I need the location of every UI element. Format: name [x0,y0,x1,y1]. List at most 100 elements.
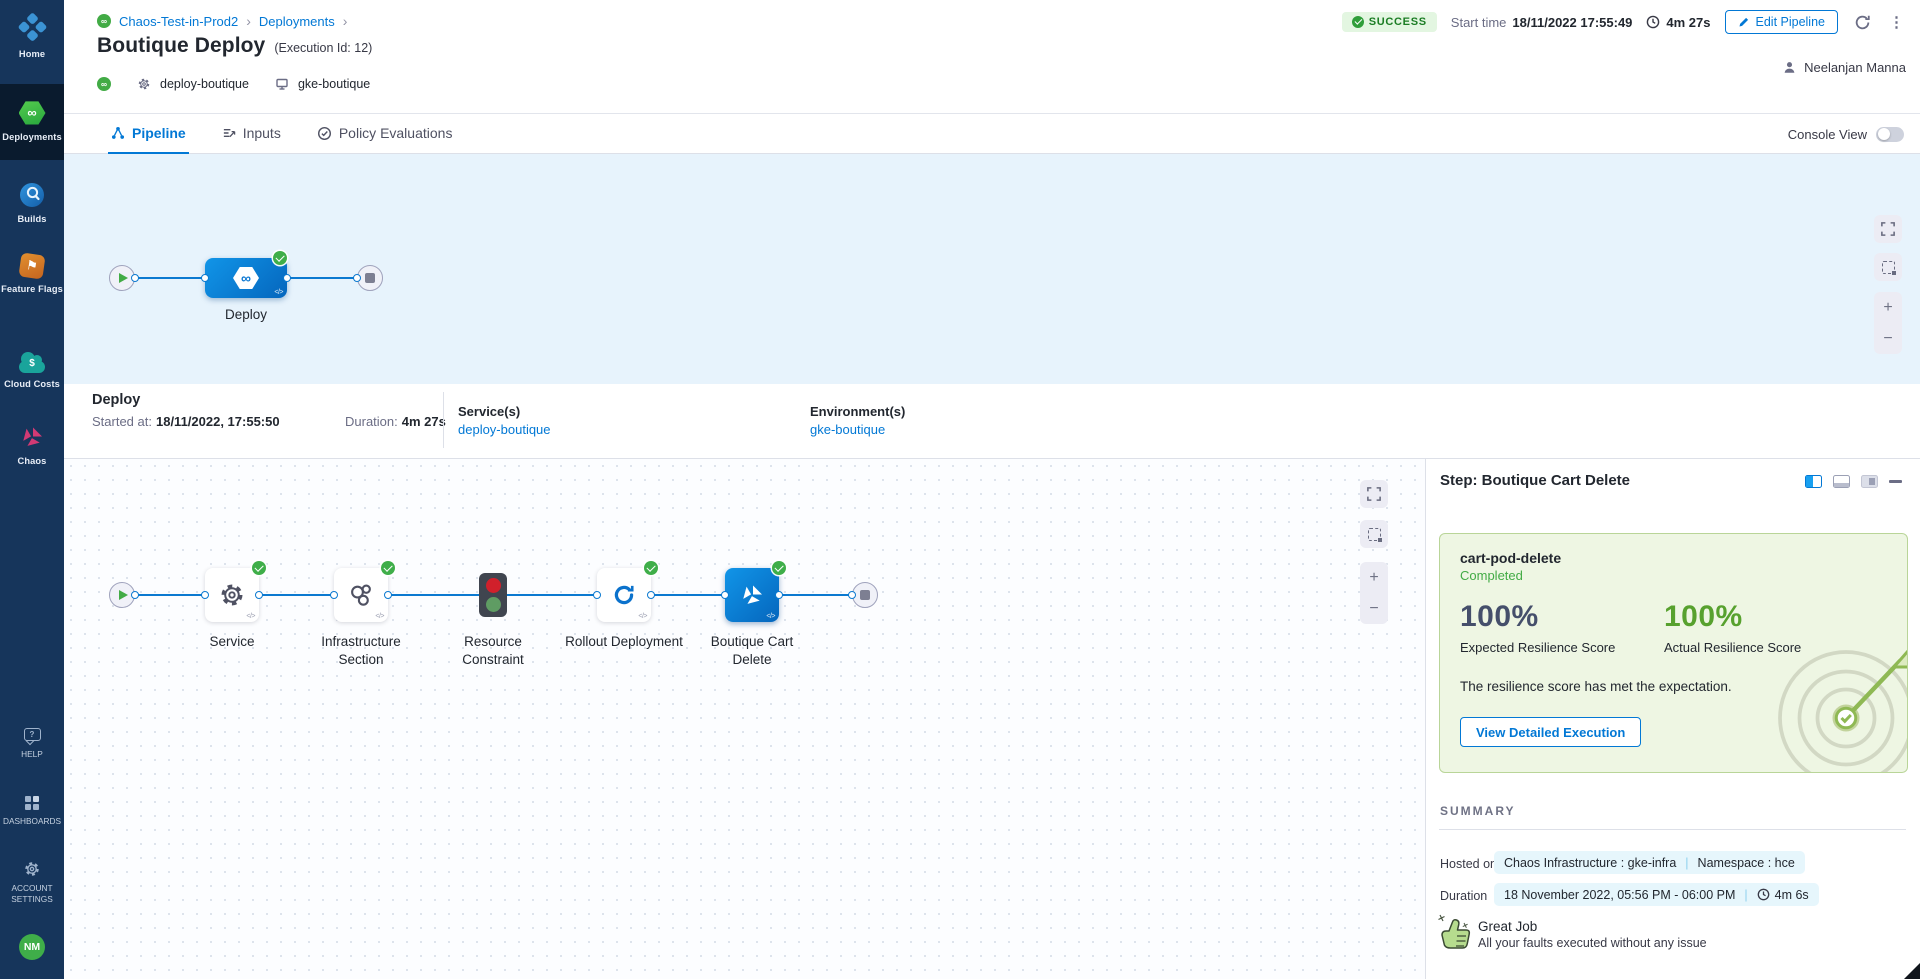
success-check-badge [381,561,395,575]
sidebar-item-label: Cloud Costs [4,378,60,390]
chevron-right-icon: › [246,13,251,29]
chip-divider: | [1685,856,1688,870]
gear-icon [23,860,41,878]
sidebar-item-dashboards[interactable]: DASHBOARDS [0,796,64,827]
sidebar-item-label: Deployments [2,131,61,143]
code-glyph: </> [638,613,647,620]
tags-row: ∞ deploy-boutique gke-boutique [97,77,370,91]
view-detailed-execution-button[interactable]: View Detailed Execution [1460,717,1641,747]
success-check-badge [252,561,266,575]
result-message: All your faults executed without any iss… [1478,936,1707,950]
environment-link[interactable]: gke-boutique [810,422,885,437]
zoom-in-button[interactable]: + [1874,292,1902,323]
pipeline-status-icon: ∞ [97,77,111,91]
code-glyph: </> [246,613,255,620]
services-label: Service(s) [458,404,520,419]
canvas-select-button[interactable] [1874,253,1902,281]
canvas-fullscreen-button[interactable] [1360,480,1388,508]
sidebar-item-chaos[interactable]: Chaos [0,424,64,467]
harness-logo-icon [16,12,49,45]
edit-pipeline-button[interactable]: Edit Pipeline [1725,10,1839,34]
window-corner-artifact [1904,963,1920,979]
code-glyph: </> [766,613,775,620]
status-badge: SUCCESS [1342,12,1437,32]
page-title: Boutique Deploy [97,34,265,58]
start-time: Start time 18/11/2022 17:55:49 [1451,15,1633,30]
chaos-icon [739,582,765,608]
resilience-result-card: cart-pod-delete Completed 100% Expected … [1439,533,1908,773]
edge-connector [255,591,263,599]
step-label: Resource Constraint [433,633,553,669]
sidebar-item-cloud-costs[interactable]: $ Cloud Costs [0,352,64,390]
breadcrumb: ∞ Chaos-Test-in-Prod2 › Deployments › [97,13,347,29]
pipeline-status-icon: ∞ [97,14,111,28]
page-header: ∞ Chaos-Test-in-Prod2 › Deployments › Bo… [64,0,1920,114]
selection-box-icon [1368,528,1381,541]
step-node-rollout-deployment[interactable]: </> [597,568,651,622]
tab-policy-evaluations[interactable]: Policy Evaluations [314,114,456,154]
canvas-select-button[interactable] [1360,520,1388,548]
sidebar-item-builds[interactable]: Builds [0,182,64,225]
layout-overlay-panel-button[interactable] [1861,475,1878,488]
play-icon [119,590,128,600]
experiment-name: cart-pod-delete [1460,550,1561,566]
service-link[interactable]: deploy-boutique [458,422,551,437]
environment-tag[interactable]: gke-boutique [298,77,370,91]
tab-bar: Pipeline Inputs Policy Evaluations Conso… [64,114,1920,154]
sidebar-item-feature-flags[interactable]: ⚑ Feature Flags [0,254,64,295]
sidebar-item-label: ACCOUNT SETTINGS [4,883,60,905]
edge-connector [593,591,601,599]
service-tag[interactable]: deploy-boutique [160,77,249,91]
layout-bottom-panel-button[interactable] [1833,475,1850,488]
check-circle-icon [1352,16,1364,28]
sidebar-item-account-settings[interactable]: ACCOUNT SETTINGS [0,860,64,905]
zoom-in-button[interactable]: + [1360,562,1388,593]
stage-graph-canvas[interactable]: ∞ </> Deploy + − [64,154,1920,384]
edge-connector [775,591,783,599]
tab-inputs[interactable]: Inputs [219,114,284,154]
duration-range-value: 18 November 2022, 05:56 PM - 06:00 PM [1504,888,1735,902]
step-node-boutique-cart-delete[interactable]: </> [725,568,779,622]
step-node-resource-constraint[interactable] [479,573,507,617]
stage-details-title: Deploy [92,392,140,408]
sidebar-avatar[interactable]: NM [0,934,64,960]
stage-node-deploy[interactable]: ∞ </> [205,258,287,298]
builds-icon [19,182,45,208]
sidebar-item-help[interactable]: ? HELP [0,728,64,760]
layout-right-panel-button[interactable] [1805,475,1822,488]
tab-pipeline[interactable]: Pipeline [108,114,189,154]
console-view-toggle[interactable] [1876,127,1904,142]
elapsed-time: 4m 27s [1646,15,1710,30]
stop-icon [365,273,375,283]
breadcrumb-project-link[interactable]: Chaos-Test-in-Prod2 [119,14,238,29]
experiment-status: Completed [1460,568,1523,583]
canvas-zoom-controls: + − [1360,562,1388,624]
clock-icon [1757,888,1770,901]
edge-connector [201,274,209,282]
started-at: Started at:18/11/2022, 17:55:50 [92,414,280,429]
step-node-service[interactable]: </> [205,568,259,622]
zoom-out-button[interactable]: − [1360,593,1388,624]
sidebar-item-deployments[interactable]: ∞ Deployments [0,84,64,160]
refresh-button[interactable] [1852,12,1873,33]
resilience-message: The resilience score has met the expecta… [1460,679,1732,694]
step-graph-canvas[interactable]: </> </> [64,459,1425,979]
zoom-out-button[interactable]: − [1874,323,1902,354]
sidebar-item-label: DASHBOARDS [3,816,61,827]
chevron-right-icon: › [343,13,348,29]
minimize-panel-button[interactable] [1889,480,1902,483]
policy-check-icon [317,126,332,141]
code-glyph: </> [375,613,384,620]
more-options-button[interactable]: ⋮ [1887,11,1906,33]
edge-connector [384,591,392,599]
sidebar-item-home[interactable]: Home [0,14,64,60]
duration-label: Duration [1440,889,1487,903]
step-node-infrastructure[interactable]: </> [334,568,388,622]
canvas-fullscreen-button[interactable] [1874,215,1902,243]
duration-chip: 18 November 2022, 05:56 PM - 06:00 PM | … [1494,883,1819,906]
stop-icon [860,590,870,600]
fullscreen-icon [1881,222,1895,236]
breadcrumb-deployments-link[interactable]: Deployments [259,14,335,29]
rollout-icon [611,582,637,608]
hosted-on-chip: Chaos Infrastructure : gke-infra | Names… [1494,851,1805,874]
